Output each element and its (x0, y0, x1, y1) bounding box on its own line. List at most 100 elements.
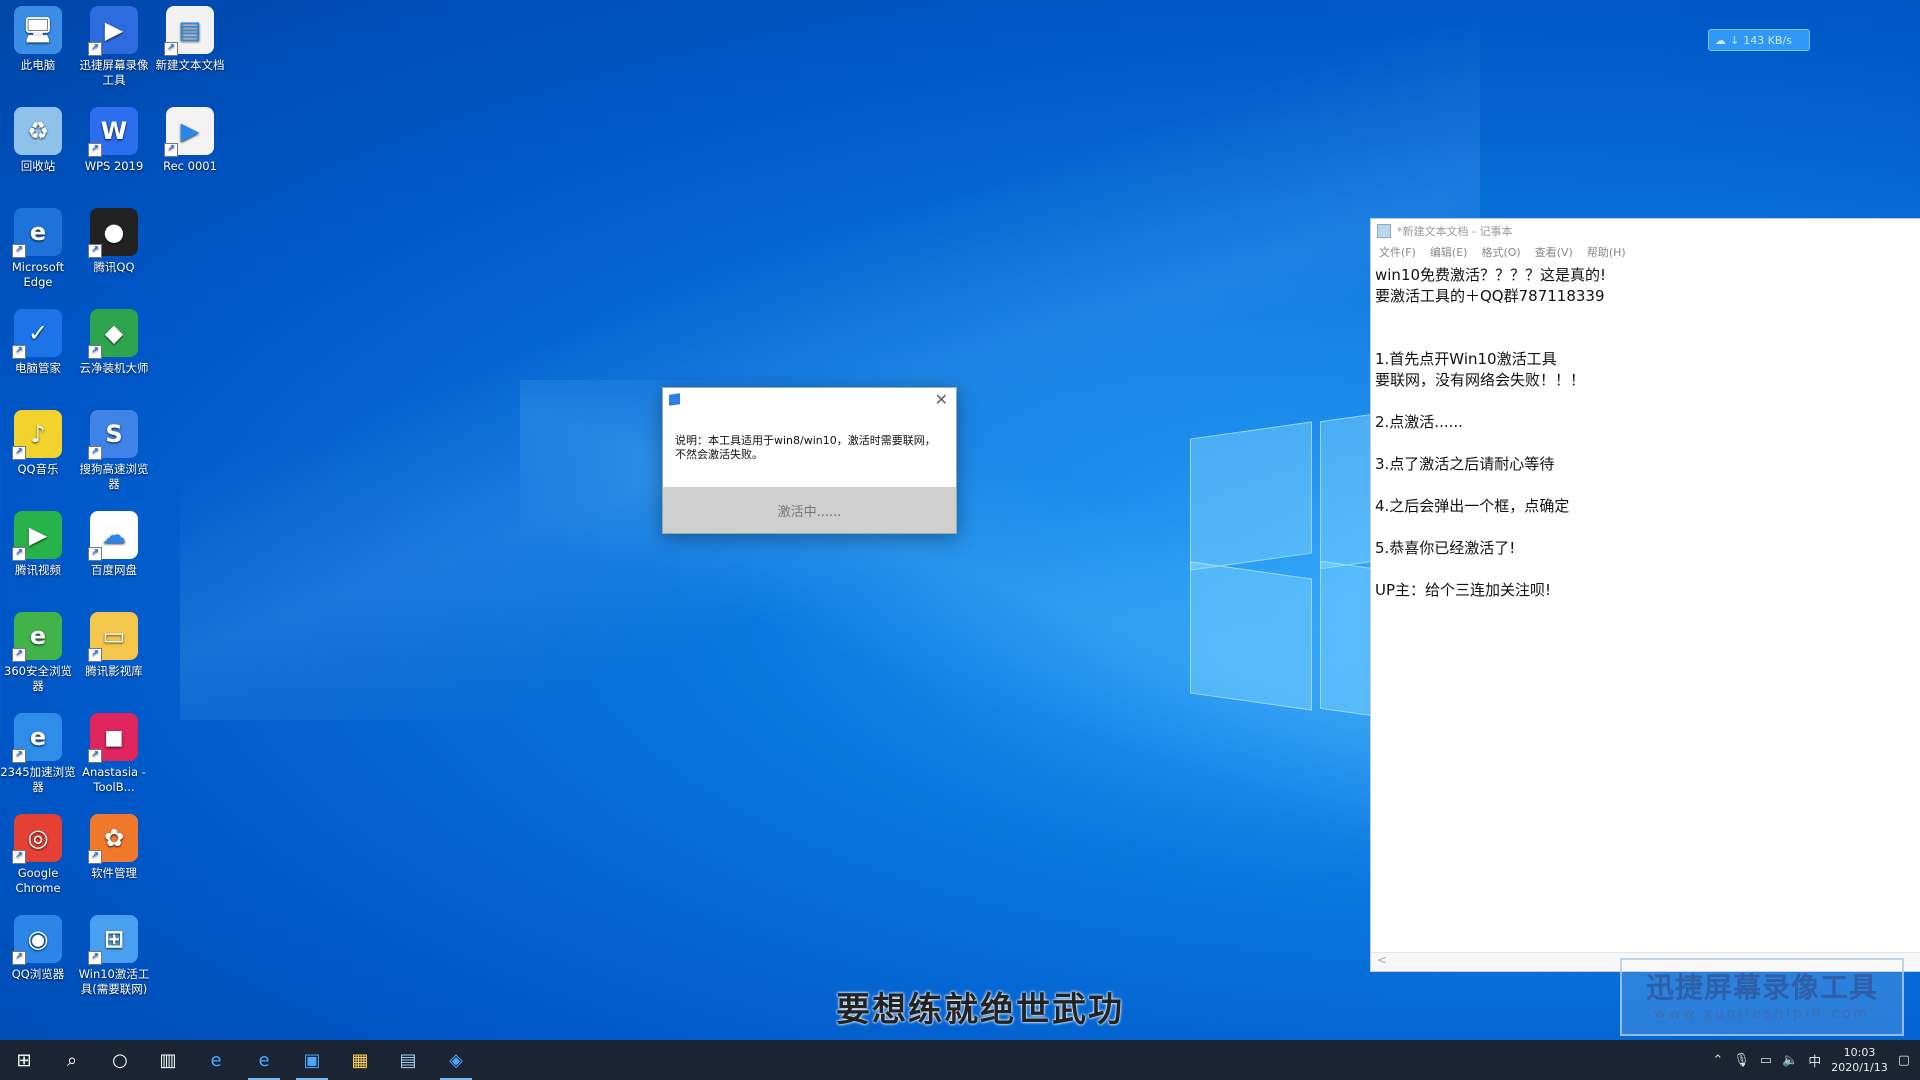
desktop-icon-edge[interactable]: e ↗ Microsoft Edge (0, 202, 76, 290)
notepad-icon (1377, 224, 1391, 238)
start-icon[interactable]: ⊞ (0, 1040, 48, 1080)
360-browser-icon: e ↗ (12, 612, 62, 662)
store-icon[interactable]: ▦ (336, 1040, 384, 1080)
menu-view[interactable]: 查看(V) (1535, 244, 1573, 260)
menu-format[interactable]: 格式(O) (1481, 244, 1520, 260)
desktop-icon-baidu-netdisk[interactable]: ☁ ↗ 百度网盘 (76, 505, 152, 578)
qq-music-icon: ♪ ↗ (12, 410, 62, 460)
clock-date: 2020/1/13 (1831, 1061, 1888, 1074)
desktop-icon-screen-recorder[interactable]: ▶ ↗ 迅捷屏幕录像工具 (76, 0, 152, 88)
desktop-icon-label: 腾讯影视库 (85, 664, 143, 678)
shield-icon: ✓ ↗ (12, 309, 62, 359)
activate-button[interactable]: 激活中...... (663, 487, 956, 533)
desktop-icon-chrome[interactable]: ◎ ↗ Google Chrome (0, 808, 76, 896)
desktop-icon-label: 360安全浏览器 (4, 664, 72, 693)
qq-browser-icon: ◉ ↗ (12, 915, 62, 965)
close-icon[interactable]: ✕ (935, 390, 948, 409)
shortcut-arrow-icon: ↗ (12, 446, 26, 460)
cortana-icon[interactable]: ○ (96, 1040, 144, 1080)
microphone-icon[interactable]: 🎙 (1733, 1053, 1750, 1068)
recycle-bin-icon: ♻ (14, 107, 62, 155)
notepad-window: *新建文本文档 - 记事本 文件(F) 编辑(E) 格式(O) 查看(V) 帮助… (1370, 218, 1920, 972)
task-view-icon[interactable]: ▥ (144, 1040, 192, 1080)
shortcut-arrow-icon: ↗ (12, 345, 26, 359)
desktop-icon-shield[interactable]: ✓ ↗ 电脑管家 (0, 303, 76, 376)
desktop-icon-label: Rec 0001 (163, 159, 217, 173)
desktop-icon-label: QQ音乐 (17, 462, 59, 476)
shortcut-arrow-icon: ↗ (88, 749, 102, 763)
desktop-icon-label: 百度网盘 (91, 563, 137, 577)
desktop-icon-label: 云净装机大师 (79, 361, 149, 375)
network-speed-badge[interactable]: ☁ ↓ 143 KB/s (1708, 29, 1810, 51)
network-speed-text: 143 KB/s (1743, 33, 1792, 47)
shortcut-arrow-icon: ↗ (12, 951, 26, 965)
desktop-icon-label: 新建文本文档 (155, 58, 225, 72)
desktop-icon-computer[interactable]: 🖥 此电脑 (0, 0, 76, 73)
scroll-left-icon[interactable]: < (1377, 953, 1387, 967)
desktop-icon-video-file[interactable]: ▶ ↗ Rec 0001 (152, 101, 228, 174)
clock[interactable]: 10:03 2020/1/13 (1831, 1045, 1887, 1075)
desktop-icon-label: 腾讯QQ (93, 260, 135, 274)
desktop-icon-software-manager[interactable]: ✿ ↗ 软件管理 (76, 808, 152, 881)
network-icon[interactable]: ▭ (1760, 1053, 1772, 1068)
system-tray: ⌃ 🎙 ▭ 🔈 中 10:03 2020/1/13 ▢ (1712, 1040, 1920, 1080)
notepad-icon[interactable]: ▤ (384, 1040, 432, 1080)
taskbar: ⊞ ⌕ ○ ▥ e e ▣ ▦ ▤ ◈ ⌃ 🎙 ▭ 🔈 中 10:03 2020… (0, 1040, 1920, 1080)
notepad-text-area[interactable]: win10免费激活？？？？这是真的! 要激活工具的＋QQ群787118339 1… (1371, 261, 1920, 929)
desktop-icon-recycle-bin[interactable]: ♻ 回收站 (0, 101, 76, 174)
download-arrow-icon: ↓ (1730, 33, 1740, 47)
notification-icon[interactable]: ▢ (1898, 1053, 1910, 1068)
ime-indicator[interactable]: 中 (1808, 1051, 1821, 1070)
desktop-icon-label: Anastasia -ToolB... (82, 765, 146, 794)
desktop-icon-360-browser[interactable]: e ↗ 360安全浏览器 (0, 606, 76, 694)
desktop-icon-label: 软件管理 (91, 866, 137, 880)
chevron-up-icon[interactable]: ⌃ (1712, 1053, 1723, 1068)
wps-icon: W ↗ (88, 107, 138, 157)
windows-flag-icon: ⊞ ↗ (88, 915, 138, 965)
edge-icon[interactable]: e (192, 1040, 240, 1080)
desktop-icon-green-shield[interactable]: ◆ ↗ 云净装机大师 (76, 303, 152, 376)
shortcut-arrow-icon: ↗ (12, 850, 26, 864)
desktop-icon-cube[interactable]: ◼ ↗ Anastasia -ToolB... (76, 707, 152, 795)
qq-penguin-icon: ● ↗ (88, 208, 138, 258)
menu-edit[interactable]: 编辑(E) (1430, 244, 1468, 260)
shortcut-arrow-icon: ↗ (88, 648, 102, 662)
search-icon[interactable]: ⌕ (48, 1040, 96, 1080)
baidu-netdisk-icon: ☁ ↗ (88, 511, 138, 561)
desktop-icon-qq-penguin[interactable]: ● ↗ 腾讯QQ (76, 202, 152, 275)
software-manager-icon: ✿ ↗ (88, 814, 138, 864)
desktop-icon-text-document[interactable]: ▤ ↗ 新建文本文档 (152, 0, 228, 73)
shortcut-arrow-icon: ↗ (88, 345, 102, 359)
desktop-icon-qq-music[interactable]: ♪ ↗ QQ音乐 (0, 404, 76, 477)
desktop-icon-wps[interactable]: W ↗ WPS 2019 (76, 101, 152, 174)
desktop-icon-qq-browser[interactable]: ◉ ↗ QQ浏览器 (0, 909, 76, 982)
video-file-icon: ▶ ↗ (164, 107, 214, 157)
shortcut-arrow-icon: ↗ (88, 143, 102, 157)
notepad-menubar: 文件(F) 编辑(E) 格式(O) 查看(V) 帮助(H) (1371, 243, 1920, 261)
desktop-icon-folder[interactable]: ▭ ↗ 腾讯影视库 (76, 606, 152, 679)
volume-icon[interactable]: 🔈 (1782, 1053, 1798, 1068)
shortcut-arrow-icon: ↗ (88, 244, 102, 258)
folder-icon: ▭ ↗ (88, 612, 138, 662)
chrome-icon: ◎ ↗ (12, 814, 62, 864)
sogou-browser-icon: S ↗ (88, 410, 138, 460)
desktop-icon-label: 回收站 (20, 159, 56, 173)
desktop-icon-tencent-video[interactable]: ▶ ↗ 腾讯视频 (0, 505, 76, 578)
desktop-icon-label: Microsoft Edge (11, 260, 65, 289)
shortcut-arrow-icon: ↗ (88, 42, 102, 56)
screen-recorder-icon[interactable]: ▣ (288, 1040, 336, 1080)
desktop-icon-sogou-browser[interactable]: S ↗ 搜狗高速浏览器 (76, 404, 152, 492)
notepad-titlebar[interactable]: *新建文本文档 - 记事本 (1371, 219, 1920, 243)
text-document-icon: ▤ ↗ (164, 6, 214, 56)
watermark-url: www.xunjieshipin.com (1654, 1006, 1870, 1022)
desktop-icon-ie-browser[interactable]: e ↗ 2345加速浏览器 (0, 707, 76, 795)
shortcut-arrow-icon: ↗ (88, 850, 102, 864)
dialog-message: 说明：本工具适用于win8/win10，激活时需要联网，不然会激活失败。 (663, 412, 956, 493)
shortcut-arrow-icon: ↗ (88, 951, 102, 965)
dialog-titlebar[interactable]: ✕ (663, 388, 956, 412)
activation-tool-icon[interactable]: ◈ (432, 1040, 480, 1080)
menu-file[interactable]: 文件(F) (1379, 244, 1416, 260)
menu-help[interactable]: 帮助(H) (1587, 244, 1626, 260)
desktop-icon-label: 搜狗高速浏览器 (79, 462, 149, 491)
ie-icon[interactable]: e (240, 1040, 288, 1080)
